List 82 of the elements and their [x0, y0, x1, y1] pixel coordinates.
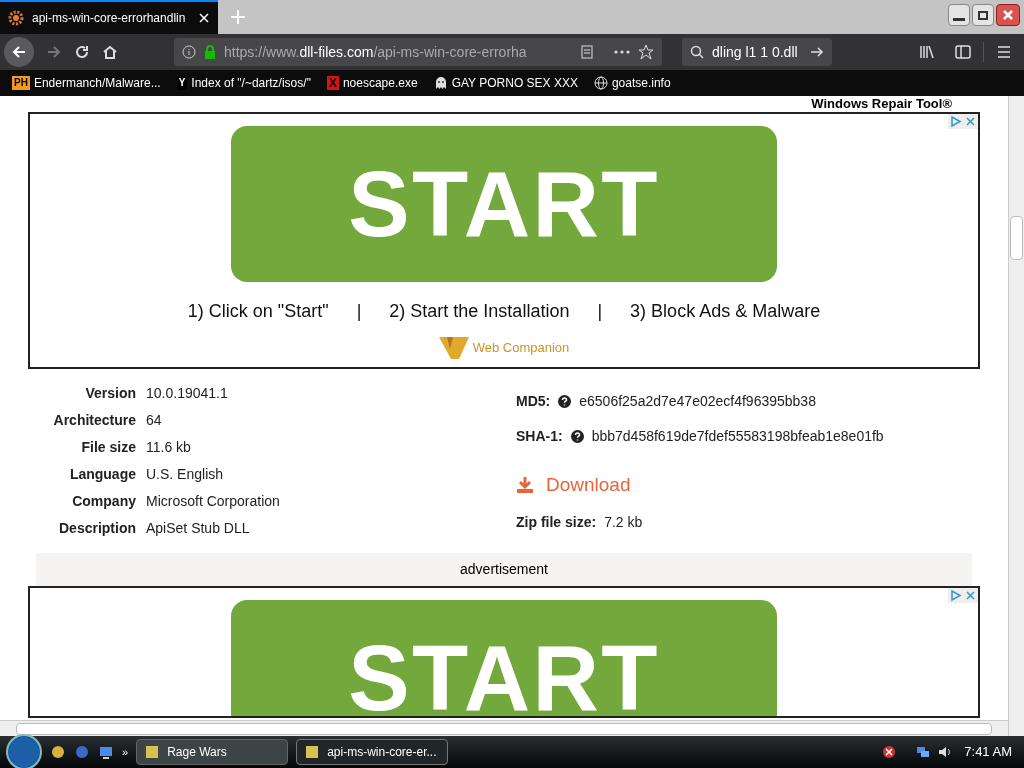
ghost-icon [433, 76, 448, 90]
detail-label: Architecture [52, 411, 136, 430]
hash-value: e6506f25a2d7e47e02ecf4f96395bb38 [579, 392, 816, 411]
search-field[interactable]: dling l1 1 0.dll [682, 38, 832, 66]
globe-icon [593, 76, 608, 90]
browser-tab[interactable]: api-ms-win-core-errorhandlin [0, 0, 218, 34]
star-icon[interactable] [638, 44, 654, 60]
taskbar-button[interactable]: api-ms-win-core-er... [296, 739, 449, 765]
detail-label: Language [68, 465, 136, 484]
library-icon[interactable] [919, 44, 935, 60]
bookmark-item[interactable]: PH Endermanch/Malware... [12, 74, 161, 92]
detail-value: 10.0.19041.1 [146, 384, 229, 403]
home-icon[interactable] [102, 44, 118, 60]
lock-icon [204, 45, 216, 59]
install-step: 3) Block Ads & Malware [630, 298, 821, 325]
ad-banner[interactable]: START 1) Click on "Start" | 2) Start the Installation | 3) Block Ads & Malware Web Companion [28, 112, 980, 369]
adchoices-icon[interactable] [948, 114, 963, 129]
brand-logo-icon [438, 337, 469, 359]
step-separator: | [597, 300, 603, 323]
detail-value: ApiSet Stub DLL [146, 519, 251, 538]
clock[interactable]: 7:41 AM [964, 742, 1012, 762]
search-text: dling l1 1 0.dll [712, 42, 799, 62]
header-text: Windows Repair Tool® [811, 96, 953, 112]
install-step: 2) Start the Installation [389, 298, 570, 325]
bookmark-item[interactable]: X noescape.exe [326, 74, 418, 92]
network-icon[interactable] [916, 745, 931, 759]
horizontal-scrollbar[interactable] [0, 720, 1008, 736]
detail-label: Version [84, 384, 136, 403]
tab-title: api-ms-win-core-errorhandlin [32, 10, 187, 27]
zip-size-label: Zip file size: [516, 512, 597, 532]
info-icon [182, 45, 196, 59]
detail-label: Description [58, 519, 136, 538]
advertisement-label: advertisement [459, 560, 549, 579]
ph-logo-icon: PH [12, 76, 30, 90]
detail-value: 64 [146, 411, 163, 430]
detail-value: 11.6 kb [146, 438, 192, 457]
adchoices-icon[interactable] [948, 588, 963, 603]
menu-icon[interactable] [996, 44, 1012, 60]
brand-name: Web Companion [472, 339, 570, 358]
close-window-button[interactable] [996, 4, 1020, 26]
back-button[interactable] [4, 37, 34, 67]
zip-size-value: 7.2 kb [604, 512, 643, 532]
help-icon[interactable] [558, 395, 572, 408]
x-logo-icon: X [326, 76, 339, 90]
reader-icon[interactable] [580, 45, 594, 59]
detail-label: Company [71, 492, 136, 511]
restore-button[interactable] [972, 4, 994, 26]
app-icon [145, 745, 160, 759]
forward-icon[interactable] [46, 44, 62, 60]
url-text: https://www.dll-files.com/api-ms-win-core-errorha [224, 42, 528, 62]
desktop-icon[interactable] [98, 744, 114, 760]
vertical-scrollbar[interactable] [1008, 96, 1024, 736]
search-icon [690, 45, 704, 59]
close-icon[interactable] [198, 12, 210, 24]
help-icon[interactable] [570, 430, 584, 443]
detail-label: File size [80, 438, 136, 457]
address-bar[interactable]: https://www.dll-files.com/api-ms-win-core-errorha [174, 38, 662, 66]
step-separator: | [356, 300, 362, 323]
back-arrow-icon [11, 44, 27, 60]
detail-value: Microsoft Corporation [146, 492, 281, 511]
taskbar-button[interactable]: Rage Wars [136, 739, 289, 765]
hash-value: bbb7d458f619de7fdef55583198bfeab1e8e01fb [591, 427, 884, 446]
more-icon[interactable]: » [122, 743, 129, 761]
detail-value: U.S. English [146, 465, 225, 484]
minimize-button[interactable] [948, 4, 970, 26]
reload-icon[interactable] [74, 44, 90, 60]
yc-logo-icon: Y [176, 76, 188, 90]
more-icon[interactable] [614, 50, 630, 54]
download-icon [516, 476, 534, 495]
arrow-icon[interactable] [810, 45, 824, 59]
app-icon [305, 745, 320, 759]
bookmark-item[interactable]: goatse.info [593, 74, 671, 92]
quick-launch-icon[interactable] [50, 744, 66, 760]
sidebar-icon[interactable] [955, 44, 971, 60]
hash-label: MD5: [516, 392, 551, 411]
volume-icon[interactable] [938, 745, 953, 759]
start-orb[interactable] [6, 734, 42, 768]
hash-label: SHA-1: [516, 427, 563, 446]
bookmark-item[interactable]: Y Index of "/~dartz/isos/" [176, 74, 311, 92]
close-icon [1002, 9, 1014, 21]
bookmark-item[interactable]: GAY PORNO SEX XXX [433, 74, 578, 92]
install-step: 1) Click on "Start" [187, 298, 329, 325]
